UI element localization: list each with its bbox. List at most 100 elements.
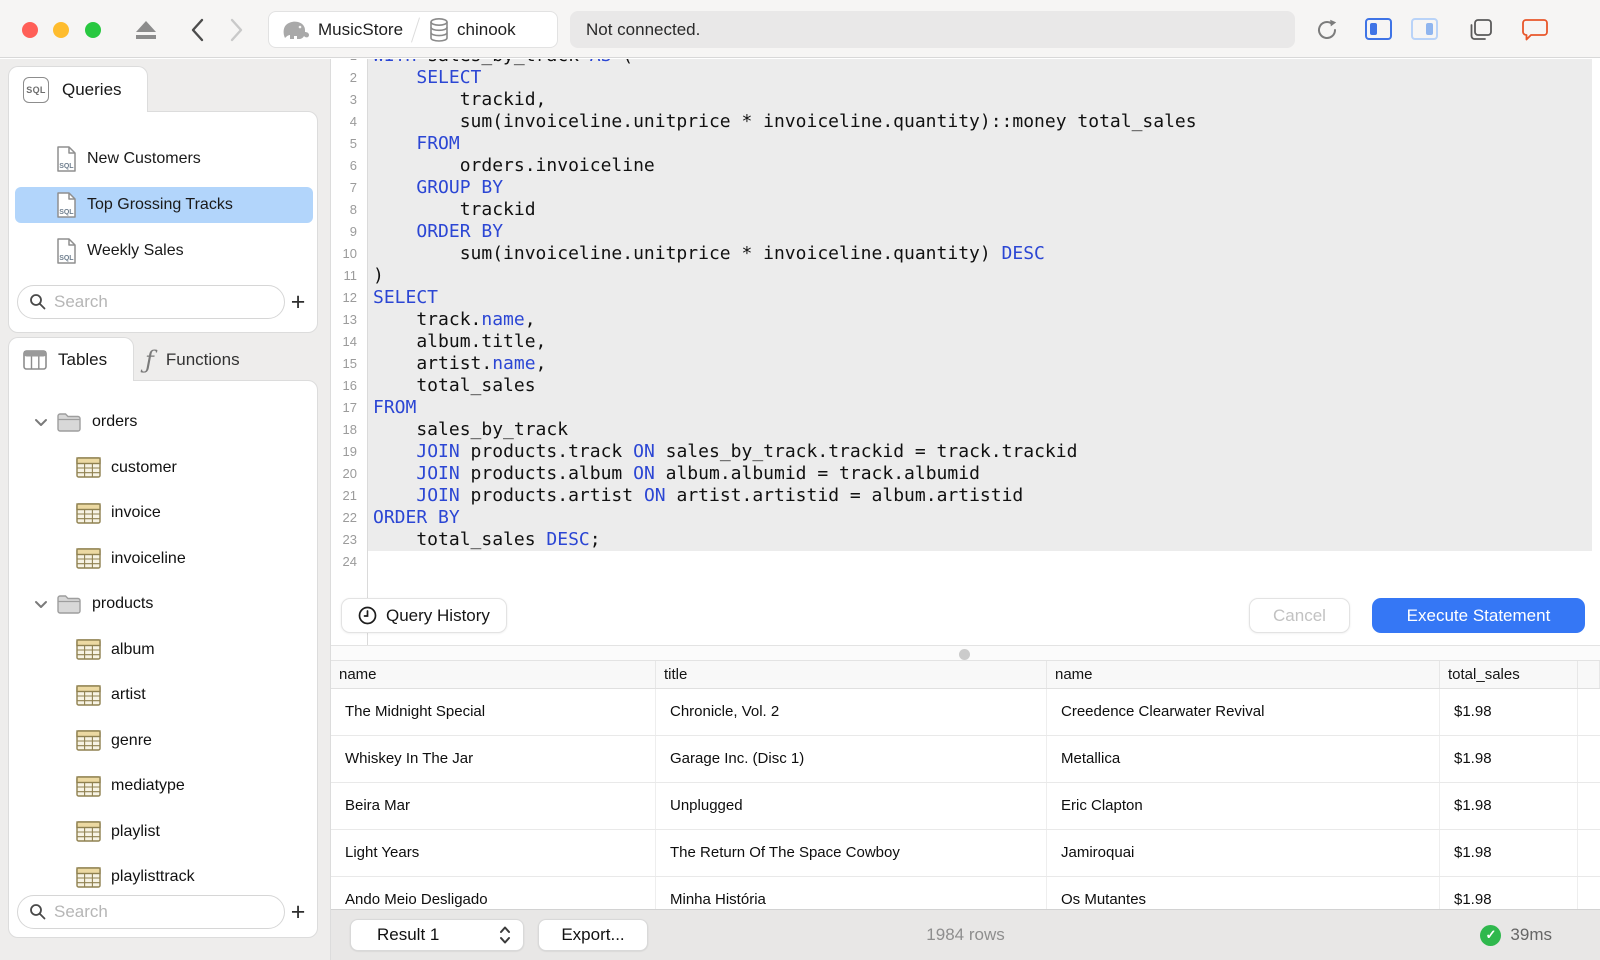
table-cell[interactable]: Light Years <box>331 830 656 876</box>
table-cell[interactable]: $1.98 <box>1440 689 1578 735</box>
tree-table-genre[interactable]: genre <box>15 723 313 759</box>
breadcrumb-server[interactable]: MusicStore <box>269 12 415 47</box>
table-cell[interactable]: $1.98 <box>1440 877 1578 909</box>
table-row[interactable]: The Midnight Special Chronicle, Vol. 2 Cre… <box>331 689 1600 736</box>
tree-folder-orders[interactable]: orders <box>15 404 313 440</box>
zoom-window-button[interactable] <box>85 22 101 38</box>
table-cell[interactable]: The Return Of The Space Cowboy <box>656 830 1047 876</box>
queries-search[interactable] <box>17 284 285 319</box>
export-button[interactable]: Export... <box>538 919 648 951</box>
table-cell[interactable]: Chronicle, Vol. 2 <box>656 689 1047 735</box>
tree-table-artist[interactable]: artist <box>15 677 313 713</box>
code-line-21[interactable]: 21 JOIN products.artist ON artist.artist… <box>331 485 1600 507</box>
query-item-new-customers[interactable]: SQL New Customers <box>15 141 313 177</box>
table-cell[interactable]: Garage Inc. (Disc 1) <box>656 736 1047 782</box>
code-line-14[interactable]: 14 album.title, <box>331 331 1600 353</box>
column-header-total_sales[interactable]: total_sales <box>1440 661 1578 688</box>
tree-table-playlist[interactable]: playlist <box>15 814 313 850</box>
query-item-top-grossing-tracks[interactable]: SQL Top Grossing Tracks <box>15 187 313 223</box>
code-line-19[interactable]: 19 JOIN products.track ON sales_by_track… <box>331 441 1600 463</box>
sql-editor[interactable]: 1WITH sales_by_track AS (2 SELECT3 track… <box>331 59 1600 645</box>
table-cell[interactable]: Minha História <box>656 877 1047 909</box>
code-line-18[interactable]: 18 sales_by_track <box>331 419 1600 441</box>
forward-button[interactable] <box>226 16 248 44</box>
code-line-8[interactable]: 8 trackid <box>331 199 1600 221</box>
code-line-3[interactable]: 3 trackid, <box>331 89 1600 111</box>
add-table-button[interactable]: + <box>285 897 311 927</box>
tree-table-customer[interactable]: customer <box>15 450 313 486</box>
editor-results-splitter[interactable] <box>331 645 1600 661</box>
chevron-down-icon[interactable] <box>34 418 48 427</box>
eject-disconnect-button[interactable] <box>133 17 159 43</box>
tree-table-invoice[interactable]: invoice <box>15 495 313 531</box>
tree-folder-products[interactable]: products <box>15 586 313 622</box>
new-window-button[interactable] <box>1466 16 1496 44</box>
table-cell[interactable]: $1.98 <box>1440 783 1578 829</box>
back-button[interactable] <box>186 16 208 44</box>
code-line-16[interactable]: 16 total_sales <box>331 375 1600 397</box>
code-line-9[interactable]: 9 ORDER BY <box>331 221 1600 243</box>
chevron-down-icon[interactable] <box>34 600 48 609</box>
table-cell[interactable]: Whiskey In The Jar <box>331 736 656 782</box>
tables-search[interactable] <box>17 894 285 929</box>
toggle-left-sidebar-button[interactable] <box>1365 18 1392 40</box>
code-line-13[interactable]: 13 track.name, <box>331 309 1600 331</box>
minimize-window-button[interactable] <box>53 22 69 38</box>
code-line-1[interactable]: 1WITH sales_by_track AS ( <box>331 59 1600 67</box>
tree-table-album[interactable]: album <box>15 632 313 668</box>
code-line-23[interactable]: 23 total_sales DESC; <box>331 529 1600 551</box>
table-cell[interactable]: Creedence Clearwater Revival <box>1047 689 1440 735</box>
result-selector[interactable]: Result 1 <box>350 919 524 951</box>
code-line-20[interactable]: 20 JOIN products.album ON album.albumid … <box>331 463 1600 485</box>
feedback-bubble-button[interactable] <box>1520 16 1550 44</box>
add-query-button[interactable]: + <box>285 287 311 317</box>
table-cell[interactable]: Jamiroquai <box>1047 830 1440 876</box>
query-item-weekly-sales[interactable]: SQL Weekly Sales <box>15 233 313 269</box>
tree-table-mediatype[interactable]: mediatype <box>15 768 313 804</box>
refresh-button[interactable] <box>1314 16 1342 44</box>
table-cell[interactable]: Metallica <box>1047 736 1440 782</box>
tree-table-invoiceline[interactable]: invoiceline <box>15 541 313 577</box>
table-cell[interactable]: Unplugged <box>656 783 1047 829</box>
table-columns-icon <box>23 349 47 370</box>
execute-statement-button[interactable]: Execute Statement <box>1372 598 1585 633</box>
code-line-11[interactable]: 11) <box>331 265 1600 287</box>
code-line-10[interactable]: 10 sum(invoiceline.unitprice * invoiceli… <box>331 243 1600 265</box>
table-cell[interactable]: $1.98 <box>1440 736 1578 782</box>
code-line-17[interactable]: 17 FROM <box>331 397 1600 419</box>
tree-table-playlisttrack[interactable]: playlisttrack <box>15 859 313 895</box>
table-row[interactable]: Light Years The Return Of The Space Cowbo… <box>331 830 1600 877</box>
table-cell[interactable]: Beira Mar <box>331 783 656 829</box>
code-line-12[interactable]: 12 SELECT <box>331 287 1600 309</box>
code-line-22[interactable]: 22 ORDER BY <box>331 507 1600 529</box>
code-line-2[interactable]: 2 SELECT <box>331 67 1600 89</box>
table-row[interactable]: Whiskey In The Jar Garage Inc. (Disc 1) Me… <box>331 736 1600 783</box>
column-header-title[interactable]: title <box>656 661 1047 688</box>
code-line-7[interactable]: 7 GROUP BY <box>331 177 1600 199</box>
queries-search-input[interactable] <box>54 291 254 312</box>
tab-tables[interactable]: Tables <box>8 337 134 381</box>
code-line-24[interactable]: 24 <box>331 551 1600 573</box>
tab-functions[interactable]: ƒ Functions <box>145 343 240 377</box>
table-cell[interactable]: $1.98 <box>1440 830 1578 876</box>
close-window-button[interactable] <box>22 22 38 38</box>
tables-panel: orders customer invoice invoiceline products… <box>8 380 318 938</box>
table-cell[interactable]: The Midnight Special <box>331 689 656 735</box>
query-history-button[interactable]: Query History <box>341 598 507 633</box>
cancel-button[interactable]: Cancel <box>1249 598 1350 633</box>
code-line-5[interactable]: 5 FROM <box>331 133 1600 155</box>
table-cell[interactable]: Ando Meio Desligado <box>331 877 656 909</box>
code-line-6[interactable]: 6 orders.invoiceline <box>331 155 1600 177</box>
table-row[interactable]: Ando Meio Desligado Minha História Os Muta… <box>331 877 1600 909</box>
code-line-4[interactable]: 4 sum(invoiceline.unitprice * invoicelin… <box>331 111 1600 133</box>
code-line-15[interactable]: 15 artist.name, <box>331 353 1600 375</box>
table-row[interactable]: Beira Mar Unplugged Eric Clapton $1.98 <box>331 783 1600 830</box>
column-header-name[interactable]: name <box>331 661 656 688</box>
table-cell[interactable]: Os Mutantes <box>1047 877 1440 909</box>
breadcrumb-database[interactable]: chinook <box>416 12 528 47</box>
tab-queries[interactable]: SQL Queries <box>8 66 148 112</box>
toggle-right-sidebar-button[interactable] <box>1411 18 1438 40</box>
table-cell[interactable]: Eric Clapton <box>1047 783 1440 829</box>
column-header-name[interactable]: name <box>1047 661 1440 688</box>
tables-search-input[interactable] <box>54 901 254 922</box>
